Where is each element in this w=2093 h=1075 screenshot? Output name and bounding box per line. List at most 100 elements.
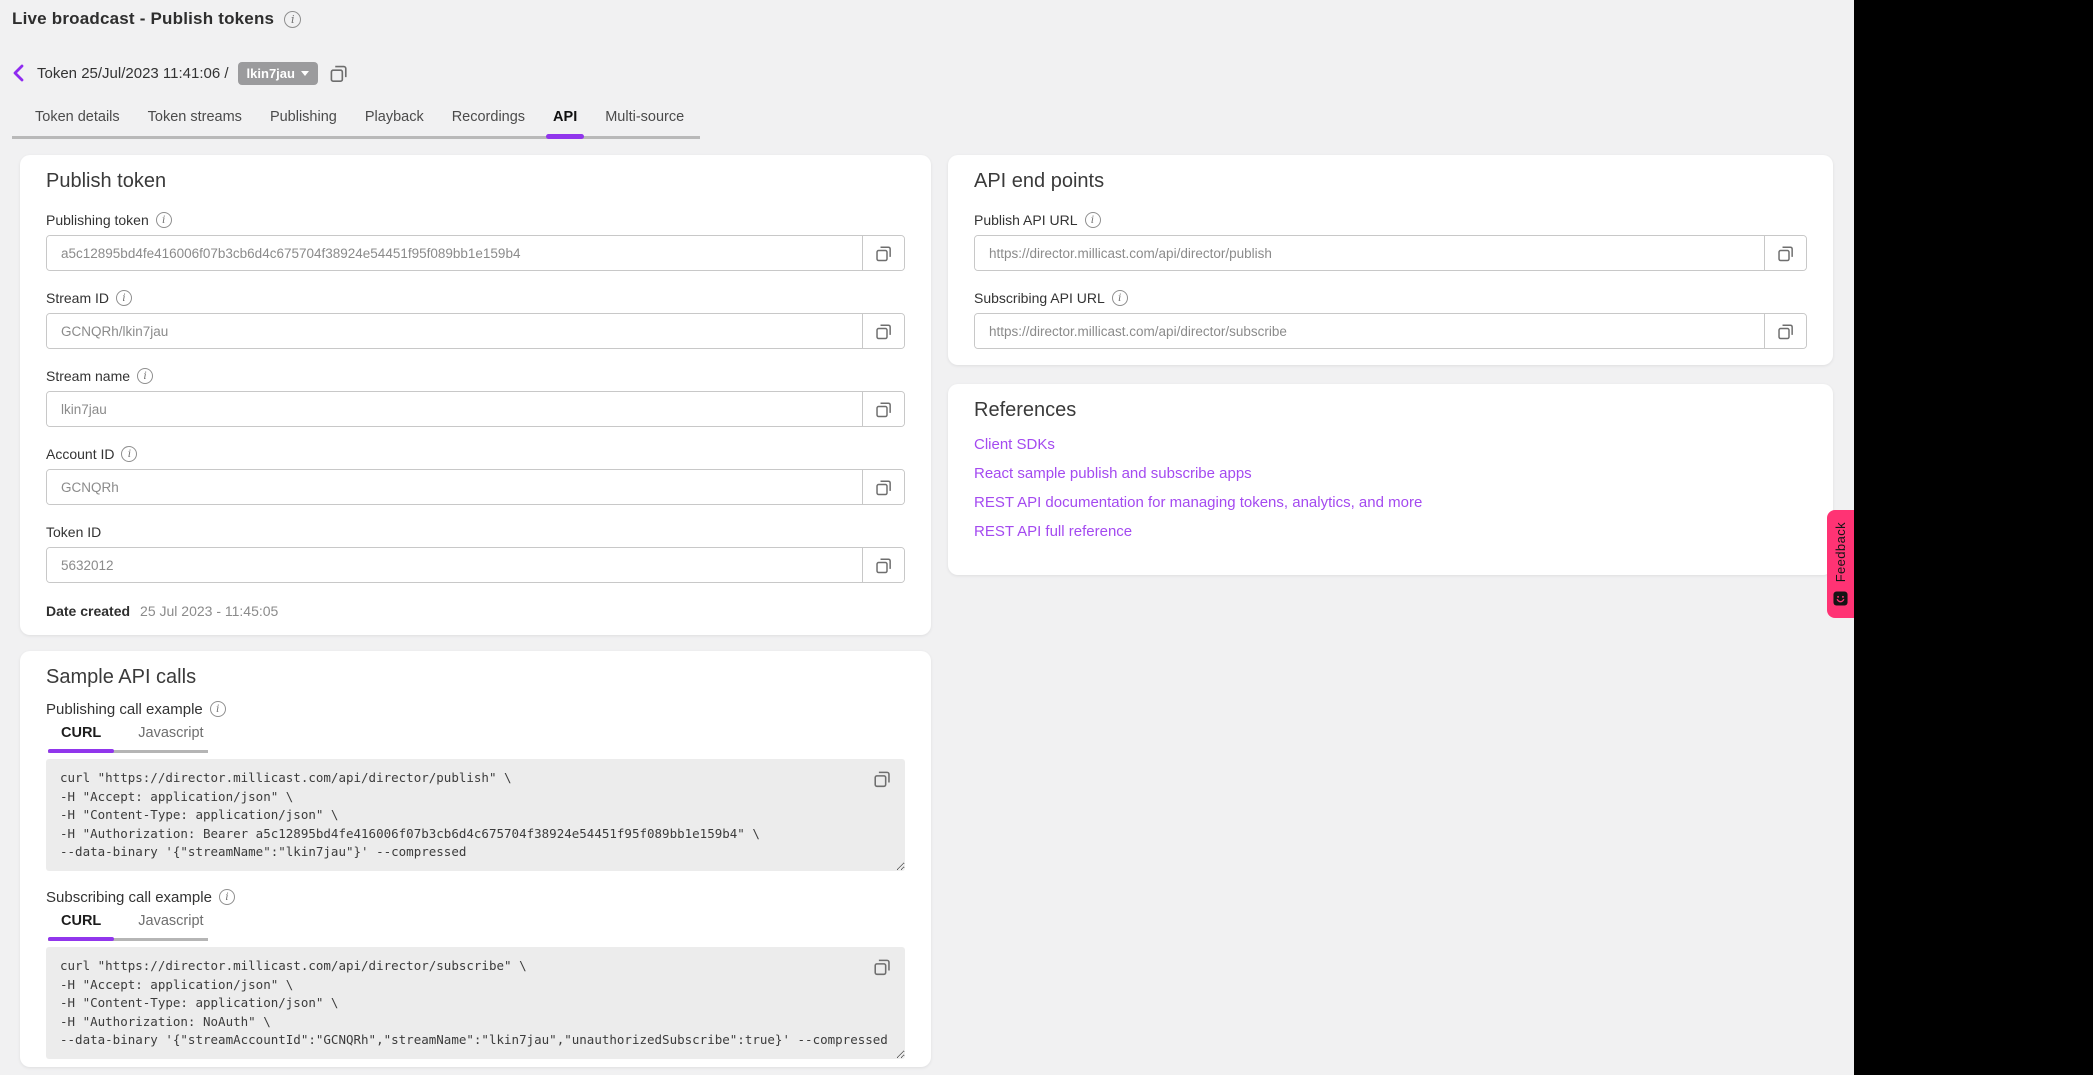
publishing-token-label: Publishing token (46, 212, 149, 228)
publish-api-url-label: Publish API URL (974, 212, 1078, 228)
tab-curl[interactable]: CURL (48, 725, 114, 741)
date-created-value: 25 Jul 2023 - 11:45:05 (140, 603, 278, 619)
copy-icon (873, 399, 894, 420)
stream-name-badge-label: lkin7jau (247, 66, 295, 81)
tab-multi-source[interactable]: Multi-source (605, 109, 684, 125)
info-icon[interactable] (116, 290, 132, 306)
publish-token-heading: Publish token (46, 169, 905, 193)
copy-icon (1775, 243, 1796, 264)
page-header: Live broadcast - Publish tokens (0, 0, 1854, 31)
subscribing-api-url-field: Subscribing API URL (974, 288, 1807, 349)
feedback-smiley-icon (1833, 591, 1848, 606)
subscribing-call-label: Subscribing call example (46, 889, 212, 906)
info-icon[interactable] (121, 446, 137, 462)
api-endpoints-card: API end points Publish API URL (948, 155, 1833, 365)
token-id-label: Token ID (46, 524, 101, 540)
copy-account-id-button[interactable] (862, 470, 904, 504)
date-created-label: Date created (46, 603, 130, 619)
copy-publishing-code-button[interactable] (871, 768, 893, 793)
copy-token-id-button[interactable] (862, 548, 904, 582)
references-heading: References (974, 398, 1807, 422)
publish-token-card: Publish token Publishing token (20, 155, 931, 635)
copy-subscribing-code-button[interactable] (871, 956, 893, 981)
tab-token-streams[interactable]: Token streams (148, 109, 242, 125)
publishing-call-tabs: CURL Javascript (48, 725, 208, 753)
copy-icon (873, 555, 894, 576)
link-rest-api-full-reference[interactable]: REST API full reference (974, 523, 1807, 541)
tab-javascript[interactable]: Javascript (125, 725, 216, 741)
stream-name-input[interactable] (47, 392, 862, 426)
copy-icon (871, 768, 893, 790)
info-icon[interactable] (1112, 290, 1128, 306)
stream-name-badge[interactable]: lkin7jau (238, 62, 318, 85)
breadcrumb-label: Token 25/Jul/2023 11:41:06 / (37, 65, 229, 82)
left-column: Publish token Publishing token (20, 155, 931, 1067)
tab-api[interactable]: API (553, 109, 577, 125)
info-icon[interactable] (219, 889, 235, 905)
sample-api-calls-card: Sample API calls Publishing call example… (20, 651, 931, 1067)
stream-name-field: Stream name (46, 366, 905, 427)
chevron-left-icon[interactable] (10, 63, 28, 83)
account-id-field: Account ID (46, 444, 905, 505)
info-icon[interactable] (1085, 212, 1101, 228)
publishing-call-label: Publishing call example (46, 701, 203, 718)
tab-recordings[interactable]: Recordings (452, 109, 525, 125)
stream-id-input[interactable] (47, 314, 862, 348)
subscribing-api-url-label: Subscribing API URL (974, 290, 1105, 306)
page-content: Live broadcast - Publish tokens Token 25… (0, 0, 1854, 1075)
copy-subscribing-api-url-button[interactable] (1764, 314, 1806, 348)
account-id-input[interactable] (47, 470, 862, 504)
publish-api-url-input[interactable] (975, 236, 1764, 270)
api-endpoints-heading: API end points (974, 169, 1807, 193)
info-icon[interactable] (137, 368, 153, 384)
copy-icon (327, 62, 350, 85)
subscribing-call-code[interactable]: curl "https://director.millicast.com/api… (46, 947, 905, 1059)
right-black-panel (1854, 0, 2093, 1075)
tab-publishing[interactable]: Publishing (270, 109, 337, 125)
copy-stream-id-button[interactable] (862, 314, 904, 348)
copy-stream-name-button[interactable] (862, 392, 904, 426)
breadcrumb: Token 25/Jul/2023 11:41:06 / lkin7jau (10, 61, 1854, 85)
stream-id-label: Stream ID (46, 290, 109, 306)
sample-api-calls-heading: Sample API calls (46, 665, 905, 689)
publish-api-url-field: Publish API URL (974, 210, 1807, 271)
info-icon[interactable] (156, 212, 172, 228)
publishing-token-field: Publishing token (46, 210, 905, 271)
copy-breadcrumb-button[interactable] (327, 62, 350, 85)
references-card: References Client SDKs React sample publ… (948, 384, 1833, 575)
feedback-tab[interactable]: Feedback (1827, 510, 1854, 618)
feedback-label: Feedback (1833, 522, 1848, 582)
info-icon[interactable] (284, 11, 301, 28)
subscribing-call-section: Subscribing call example CURL Javascript… (46, 887, 905, 1059)
tab-javascript[interactable]: Javascript (125, 913, 216, 929)
info-icon[interactable] (210, 701, 226, 717)
link-client-sdks[interactable]: Client SDKs (974, 436, 1807, 454)
publishing-call-section: Publishing call example CURL Javascript … (46, 699, 905, 871)
copy-icon (873, 243, 894, 264)
publishing-call-code[interactable]: curl "https://director.millicast.com/api… (46, 759, 905, 871)
copy-publish-api-url-button[interactable] (1764, 236, 1806, 270)
main-columns: Publish token Publishing token (20, 155, 1854, 1067)
subscribing-call-tabs: CURL Javascript (48, 913, 208, 941)
copy-icon (871, 956, 893, 978)
copy-publishing-token-button[interactable] (862, 236, 904, 270)
stream-id-field: Stream ID (46, 288, 905, 349)
stream-name-label: Stream name (46, 368, 130, 384)
copy-icon (1775, 321, 1796, 342)
copy-icon (873, 477, 894, 498)
account-id-label: Account ID (46, 446, 114, 462)
tab-curl[interactable]: CURL (48, 913, 114, 929)
references-links: Client SDKs React sample publish and sub… (974, 436, 1807, 541)
token-id-input[interactable] (47, 548, 862, 582)
copy-icon (873, 321, 894, 342)
publishing-token-input[interactable] (47, 236, 862, 270)
token-tabbar: Token details Token streams Publishing P… (12, 107, 700, 139)
screen: Live broadcast - Publish tokens Token 25… (0, 0, 2093, 1075)
right-column: API end points Publish API URL (948, 155, 1833, 575)
link-rest-api-documentation[interactable]: REST API documentation for managing toke… (974, 494, 1807, 512)
page-title: Live broadcast - Publish tokens (12, 9, 274, 29)
subscribing-api-url-input[interactable] (975, 314, 1764, 348)
tab-playback[interactable]: Playback (365, 109, 424, 125)
link-react-sample-apps[interactable]: React sample publish and subscribe apps (974, 465, 1807, 483)
tab-token-details[interactable]: Token details (35, 109, 120, 125)
